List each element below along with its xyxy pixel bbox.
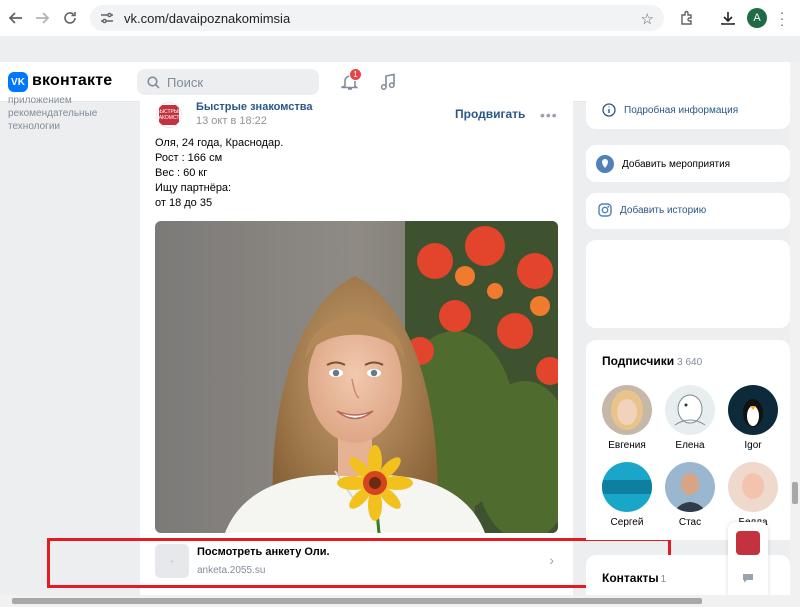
vk-site-name[interactable]: вконтакте xyxy=(32,72,112,90)
subscriber-item[interactable]: Белла xyxy=(728,462,778,528)
music-icon[interactable] xyxy=(379,73,397,91)
notifications-badge: 1 xyxy=(349,68,362,81)
reload-icon[interactable] xyxy=(58,6,82,30)
profile-avatar[interactable]: A xyxy=(747,8,767,28)
contacts-title: Контакты xyxy=(602,571,659,585)
url-text: vk.com/davaipoznakomimsia xyxy=(124,10,291,26)
post-text-line: Рост : 166 см xyxy=(155,152,223,164)
post-text-line: Вес : 60 кг xyxy=(155,167,208,179)
add-event-label: Добавить мероприятия xyxy=(622,158,731,170)
vk-logo-icon[interactable]: VK xyxy=(8,72,28,92)
instagram-camera-icon xyxy=(598,203,612,217)
info-icon xyxy=(602,103,616,117)
post-text-line: от 18 до 35 xyxy=(155,197,213,209)
add-story-label: Добавить историю xyxy=(620,204,707,216)
subscriber-avatar[interactable] xyxy=(665,462,715,512)
sidebar-note: приложением рекомендательные технологии xyxy=(8,95,128,133)
detailed-info-label: Подробная информация xyxy=(624,104,739,116)
forward-icon[interactable] xyxy=(30,6,54,30)
subscriber-item[interactable]: Igor xyxy=(728,385,778,451)
post-text-line: Оля, 24 года, Краснодар. xyxy=(155,137,284,149)
community-name-link[interactable]: Быстрые знакомства xyxy=(196,101,313,113)
sidebar-note-line: технологии xyxy=(8,121,61,132)
search-icon xyxy=(147,75,160,89)
subscriber-item[interactable]: Евгения xyxy=(602,385,652,451)
extensions-icon[interactable] xyxy=(676,7,698,29)
subscriber-avatar[interactable] xyxy=(602,385,652,435)
post-date[interactable]: 13 окт в 18:22 xyxy=(196,115,267,127)
post-menu-icon[interactable]: ••• xyxy=(540,107,558,123)
subscriber-name[interactable]: Евгения xyxy=(602,440,652,451)
add-event-row[interactable]: Добавить мероприятия xyxy=(596,155,730,173)
add-story-row[interactable]: Добавить историю xyxy=(598,203,706,217)
download-icon[interactable] xyxy=(717,7,739,29)
subscriber-item[interactable]: Сергей xyxy=(602,462,652,528)
chat-bubble-icon[interactable] xyxy=(742,572,754,587)
sidebar-note-line: приложением xyxy=(8,95,72,106)
subscriber-avatar[interactable] xyxy=(728,462,778,512)
subscriber-name[interactable]: Елена xyxy=(665,440,715,451)
back-icon[interactable] xyxy=(4,6,28,30)
subscribers-title: Подписчики xyxy=(602,354,675,368)
promote-button[interactable]: Продвигать xyxy=(455,107,525,121)
contacts-header[interactable]: Контакты 1 xyxy=(602,571,666,585)
site-settings-icon[interactable] xyxy=(100,10,116,26)
subscriber-avatar[interactable] xyxy=(602,462,652,512)
browser-toolbar: vk.com/davaipoznakomimsia ☆ A · · · xyxy=(0,0,800,36)
contacts-count: 1 xyxy=(660,574,667,585)
sidebar-note-line: рекомендательные xyxy=(8,108,98,119)
info-card: Подробная информация xyxy=(586,93,790,129)
add-story-card[interactable]: Добавить историю xyxy=(586,193,790,229)
post-text-line: Ищу партнёра: xyxy=(155,182,232,194)
horizontal-scroll-thumb[interactable] xyxy=(12,598,702,604)
location-pin-icon xyxy=(596,155,614,173)
post-photo[interactable] xyxy=(155,221,558,533)
community-logo: БЫСТРЫЕ ЗНАКОМСТВА xyxy=(157,105,181,125)
community-thumb[interactable] xyxy=(736,531,760,555)
community-avatar[interactable]: БЫСТРЫЕ ЗНАКОМСТВА xyxy=(156,102,182,128)
post-text: Оля, 24 года, Краснодар. Рост : 166 см В… xyxy=(155,136,555,211)
search-input[interactable]: Поиск xyxy=(137,69,319,95)
wall-post: БЫСТРЫЕ ЗНАКОМСТВА Быстрые знакомства 13… xyxy=(140,100,573,607)
address-bar[interactable]: vk.com/davaipoznakomimsia ☆ xyxy=(90,5,664,31)
subscriber-name[interactable]: Стас xyxy=(665,517,715,528)
subscribers-card: Подписчики 3 640 Евгения Елена Igor Серге… xyxy=(586,340,790,540)
browser-menu-icon[interactable]: · · · xyxy=(779,5,785,31)
search-placeholder: Поиск xyxy=(167,74,204,90)
floating-chat-widget[interactable] xyxy=(728,522,768,602)
subscriber-item[interactable]: Елена xyxy=(665,385,715,451)
subscribers-count: 3 640 xyxy=(677,357,703,368)
horizontal-scrollbar[interactable] xyxy=(0,595,800,607)
vertical-scrollbar[interactable] xyxy=(790,62,800,595)
subscriber-avatar[interactable] xyxy=(728,385,778,435)
subscriber-avatar[interactable] xyxy=(665,385,715,435)
highlight-annotation-box xyxy=(47,538,671,588)
bookmark-star-icon[interactable]: ☆ xyxy=(641,10,654,28)
subscribers-header[interactable]: Подписчики 3 640 xyxy=(602,354,702,368)
subscriber-item[interactable]: Стас xyxy=(665,462,715,528)
subscriber-name[interactable]: Сергей xyxy=(602,517,652,528)
add-event-card[interactable]: Добавить мероприятия xyxy=(586,145,790,182)
subscriber-name[interactable]: Igor xyxy=(728,440,778,451)
detailed-info-link[interactable]: Подробная информация xyxy=(602,103,738,117)
empty-widget-card xyxy=(586,240,790,328)
vertical-scroll-thumb[interactable] xyxy=(792,482,798,504)
